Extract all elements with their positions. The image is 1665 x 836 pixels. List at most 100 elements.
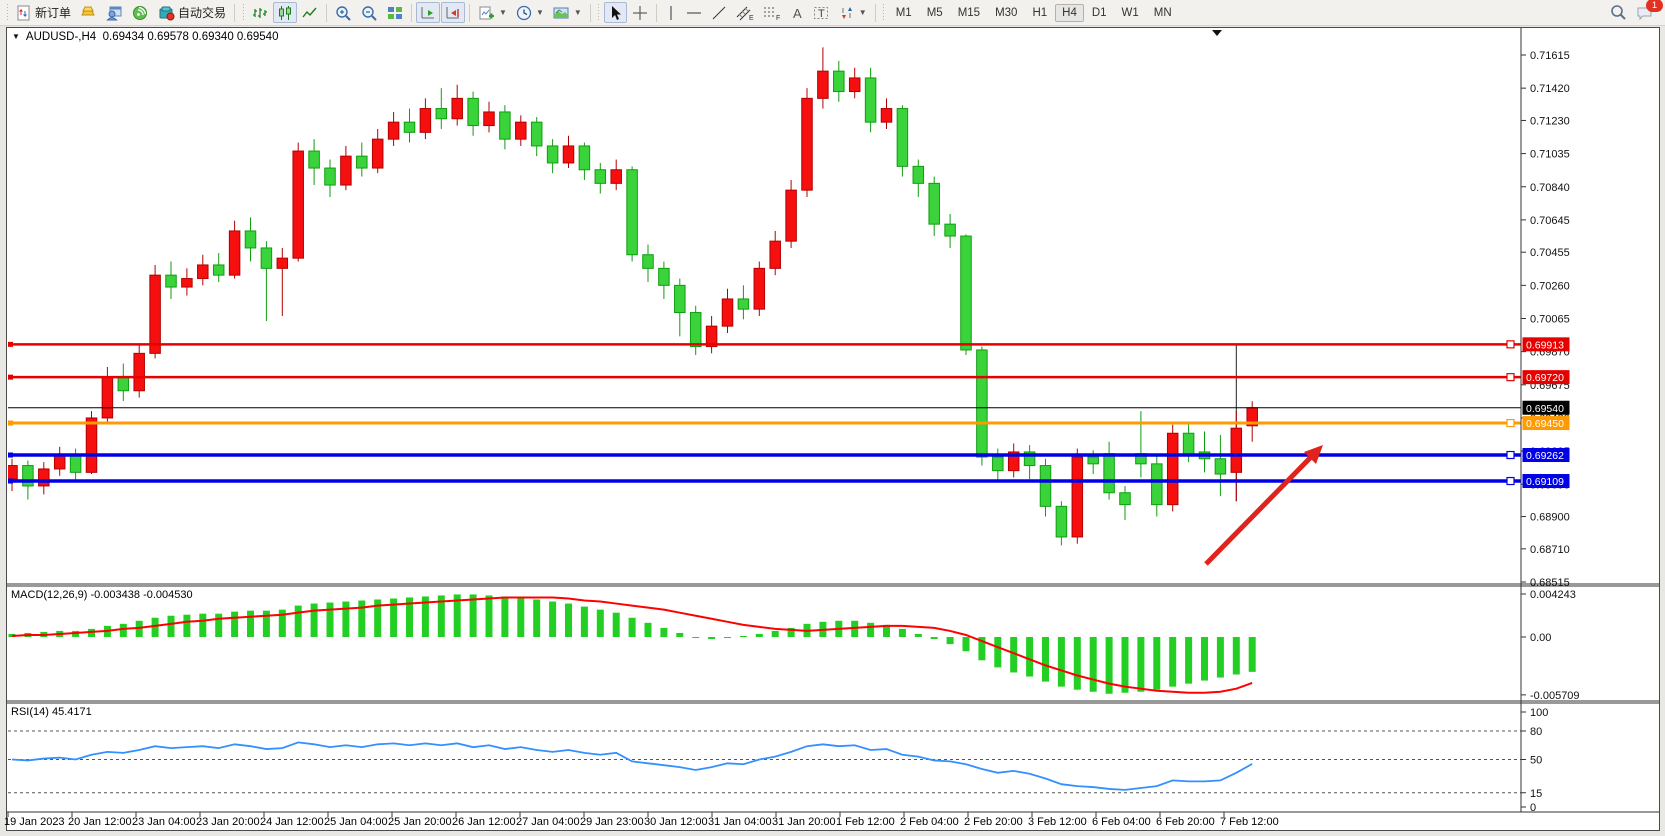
- macd-tick-label: -0.005709: [1530, 690, 1580, 702]
- candle-body: [690, 313, 701, 347]
- trendline-tool-button[interactable]: [707, 2, 731, 23]
- macd-bar: [565, 604, 572, 637]
- period-button[interactable]: ▼: [512, 2, 548, 23]
- fibonacci-tool-button[interactable]: F: [759, 2, 785, 23]
- new-chart-button[interactable]: ▼: [474, 2, 511, 23]
- candle-body: [54, 455, 64, 469]
- svg-text:E: E: [749, 15, 754, 21]
- candle-body: [293, 151, 304, 258]
- trendline-icon: [711, 5, 727, 21]
- cursor-tool-button[interactable]: [604, 2, 627, 23]
- candle-body: [166, 275, 177, 287]
- timeframe-d1[interactable]: D1: [1085, 4, 1114, 22]
- equidistant-channel-tool-button[interactable]: E: [732, 2, 758, 23]
- templates-button[interactable]: ▼: [549, 2, 586, 23]
- price-badge-label: 0.69720: [1526, 372, 1564, 384]
- macd-bar: [1217, 637, 1224, 678]
- new-order-button[interactable]: 新订单: [12, 2, 75, 23]
- chart-menu-icon[interactable]: ▼: [12, 32, 20, 41]
- candle-body: [452, 98, 463, 118]
- search-button[interactable]: [1605, 2, 1631, 23]
- timeframe-w1[interactable]: W1: [1115, 4, 1146, 22]
- candle-body: [913, 166, 924, 183]
- new-order-icon: [16, 5, 32, 21]
- main-toolbar: 新订单 自动交易 ▼: [0, 0, 1665, 26]
- toolbar-separator: [656, 4, 657, 22]
- macd-bar: [486, 595, 493, 637]
- chart-shift-button[interactable]: [441, 2, 465, 23]
- time-axis-label: 25 Jan 20:00: [388, 816, 452, 828]
- candle-body: [309, 151, 320, 168]
- toolbar-grip[interactable]: [241, 4, 245, 22]
- price-tick-label: 0.71420: [1530, 83, 1570, 95]
- bar-chart-button[interactable]: [248, 2, 272, 23]
- price-tick-label: 0.70455: [1530, 247, 1570, 259]
- candle-body: [39, 469, 50, 486]
- timeframe-m1[interactable]: M1: [889, 4, 919, 22]
- deposit-button[interactable]: [76, 2, 101, 23]
- price-tick-label: 0.70840: [1530, 182, 1570, 194]
- candle-body: [993, 457, 1004, 471]
- candle-body: [786, 190, 797, 241]
- timeframe-h1[interactable]: H1: [1025, 4, 1054, 22]
- level-left-handle: [8, 375, 13, 380]
- chevron-down-icon: ▼: [574, 8, 582, 17]
- time-axis-label: 23 Jan 20:00: [196, 816, 260, 828]
- toolbar-grip[interactable]: [882, 4, 886, 22]
- macd-bar: [311, 604, 318, 637]
- candle-body: [802, 98, 813, 190]
- signals-button[interactable]: [128, 2, 153, 23]
- crosshair-icon: [632, 5, 648, 21]
- candle-body: [516, 122, 527, 139]
- vertical-line-tool-button[interactable]: [661, 2, 681, 23]
- candlestick-chart-button[interactable]: [273, 2, 297, 23]
- candle-body: [277, 258, 288, 268]
- tile-windows-icon: [387, 5, 403, 21]
- candle-body: [118, 377, 129, 391]
- timeframe-mn[interactable]: MN: [1147, 4, 1179, 22]
- macd-bar: [470, 594, 477, 637]
- tile-windows-button[interactable]: [383, 2, 407, 23]
- level-left-handle: [8, 342, 13, 347]
- text-label-tool-button[interactable]: T: [809, 2, 834, 23]
- cursor-icon: [608, 5, 623, 21]
- candle-body: [627, 170, 638, 255]
- candle-body: [1120, 493, 1131, 505]
- zoom-in-button[interactable]: [331, 2, 356, 23]
- auto-scroll-button[interactable]: [416, 2, 440, 23]
- auto-scroll-icon: [420, 5, 436, 21]
- time-axis-label: 24 Jan 12:00: [260, 816, 324, 828]
- horizontal-line-tool-button[interactable]: [682, 2, 706, 23]
- crosshair-tool-button[interactable]: [628, 2, 652, 23]
- template-image-icon: [553, 5, 570, 21]
- candle-body: [1231, 428, 1242, 472]
- candle-body: [1215, 459, 1226, 474]
- timeframe-m5[interactable]: M5: [920, 4, 950, 22]
- macd-bar: [1185, 637, 1192, 684]
- candle-body: [357, 156, 368, 168]
- new-chart-icon: [478, 5, 495, 21]
- arrows-tool-button[interactable]: ▼: [835, 2, 871, 23]
- chart-canvas[interactable]: 0.716150.714200.712300.710350.708400.706…: [0, 0, 1665, 836]
- candle-body: [134, 353, 145, 390]
- community-button[interactable]: [102, 2, 127, 23]
- zoom-out-button[interactable]: [357, 2, 382, 23]
- toolbar-grip[interactable]: [5, 4, 9, 22]
- macd-bar: [756, 634, 763, 637]
- line-chart-button[interactable]: [298, 2, 322, 23]
- timeframe-m30[interactable]: M30: [988, 4, 1024, 22]
- time-axis-label: 19 Jan 2023: [4, 816, 65, 828]
- macd-bar: [772, 631, 779, 637]
- toolbar-grip[interactable]: [597, 4, 601, 22]
- timeframe-m15[interactable]: M15: [951, 4, 987, 22]
- candle-body: [881, 109, 892, 123]
- macd-bar: [645, 623, 652, 637]
- candle-body: [611, 170, 622, 184]
- level-right-handle: [1507, 341, 1514, 348]
- autotrading-button[interactable]: 自动交易: [154, 2, 230, 23]
- macd-bar: [994, 637, 1001, 667]
- notifications-button[interactable]: 1: [1632, 2, 1658, 23]
- text-tool-button[interactable]: A: [786, 2, 808, 23]
- timeframe-h4[interactable]: H4: [1055, 4, 1084, 22]
- price-shift-marker: [1212, 30, 1222, 36]
